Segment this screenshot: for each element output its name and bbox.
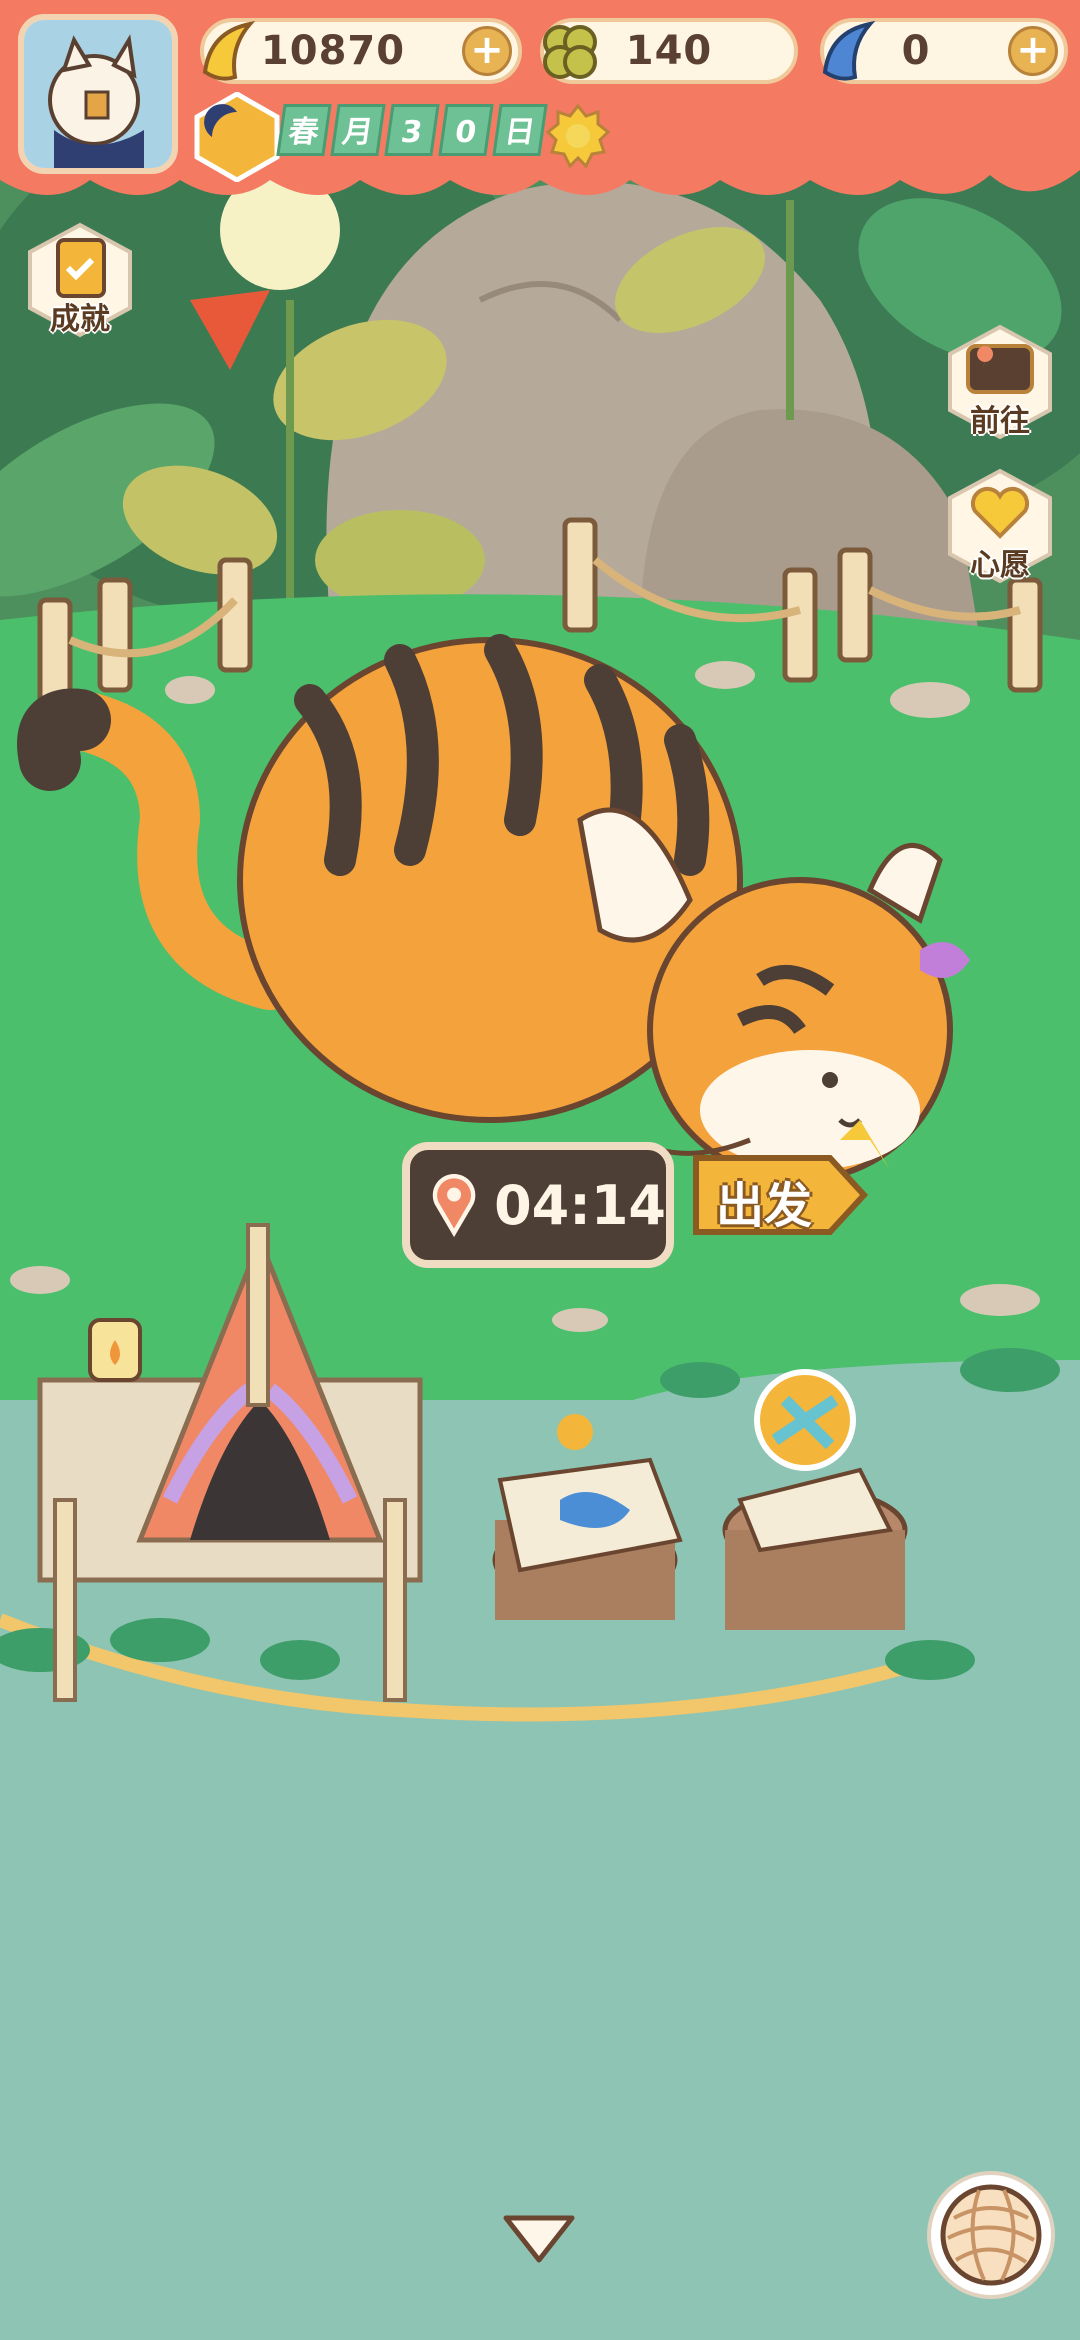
lantern[interactable] [88,1318,142,1382]
clover-icon [543,25,597,79]
calendar-date: 春 月 3 0 日 [276,104,550,156]
achievements-button[interactable]: 成就 [20,220,140,340]
add-blue-bananas-button[interactable]: + [1008,26,1058,76]
expedition-timer: 04:14 [402,1142,674,1268]
goto-label: 前往 [970,404,1030,439]
depart-button[interactable]: 出发 [690,1152,870,1238]
yarn-ball-icon[interactable] [924,2168,1058,2302]
depart-label: 出发 [716,1178,813,1234]
wish-label: 心愿 [970,548,1030,583]
blue-banana-counter[interactable]: 0 + [820,18,1068,84]
add-bananas-button[interactable]: + [462,26,512,76]
sun-icon [546,104,610,168]
moon-clock-icon[interactable] [192,92,282,182]
cat-avatar-icon [24,20,172,168]
wish-button[interactable]: 心愿 [940,466,1060,586]
location-pin-icon [432,1174,476,1238]
player-avatar[interactable] [18,14,178,174]
month-label: 月 [330,104,386,156]
blue-banana-icon [822,20,876,81]
goto-button[interactable]: 前往 [940,322,1060,442]
chevron-down-icon[interactable] [500,2210,578,2266]
day-label: 日 [492,104,548,156]
clover-counter[interactable]: 140 [540,18,798,84]
banana-counter[interactable]: 10870 + [200,18,522,84]
day-digit-1: 3 [384,104,440,156]
banana-icon [202,20,256,81]
timer-text: 04:14 [494,1173,666,1237]
day-digit-2: 0 [438,104,494,156]
season-label: 春 [276,104,332,156]
achievements-label: 成就 [50,302,110,337]
